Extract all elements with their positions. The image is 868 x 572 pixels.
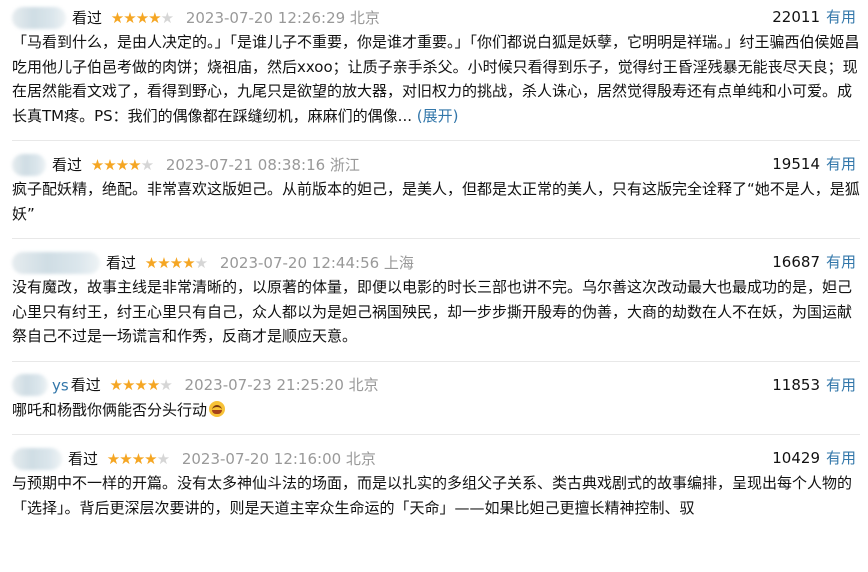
useful-button[interactable]: 有用 <box>826 253 856 271</box>
review-content: 与预期中不一样的开篇。没有太多神仙斗法的场面，而是以扎实的多组父子关系、类古典戏… <box>12 471 860 520</box>
votes-box: 10429 有用 <box>772 445 856 471</box>
star-filled-icon: ★ <box>121 376 135 394</box>
watched-label: 看过 <box>52 155 83 174</box>
review-time[interactable]: 2023-07-21 08:38:16 浙江 <box>166 156 360 174</box>
blurred-username[interactable] <box>12 447 62 470</box>
useful-button[interactable]: 有用 <box>826 376 856 394</box>
watched-label: 看过 <box>72 8 103 27</box>
review-list: 看过 ★★★★★ 2023-07-20 12:26:29 北京 22011 有用 … <box>12 0 860 532</box>
star-filled-icon: ★ <box>169 253 183 272</box>
star-filled-icon: ★ <box>103 155 116 174</box>
review-time[interactable]: 2023-07-20 12:44:56 上海 <box>220 254 414 272</box>
star-empty-icon: ★ <box>160 8 174 27</box>
review-text: 与预期中不一样的开篇。没有太多神仙斗法的场面，而是以扎实的多组父子关系、类古典戏… <box>12 474 853 517</box>
review-content: 疯子配妖精，绝配。非常喜欢这版妲己。从前版本的妲己，是美人，但都是太正常的美人，… <box>12 177 860 226</box>
review-content: 哪吒和杨戬你俩能否分头行动 <box>12 398 860 423</box>
star-filled-icon: ★ <box>131 449 145 468</box>
star-filled-icon: ★ <box>134 376 147 394</box>
votes-box: 16687 有用 <box>772 249 856 275</box>
review-item: ys 看过 ★★★★★ 2023-07-23 21:25:20 北京 11853 有… <box>12 362 860 435</box>
rating-stars: ★★★★★ <box>109 372 173 398</box>
watched-label: 看过 <box>68 449 99 468</box>
star-filled-icon: ★ <box>109 376 123 394</box>
review-meta: 看过 ★★★★★ 2023-07-21 08:38:16 浙江 19514 有用 <box>12 151 860 177</box>
votes-box: 19514 有用 <box>772 151 856 177</box>
star-empty-icon: ★ <box>194 253 208 272</box>
review-text: 哪吒和杨戬你俩能否分头行动 <box>12 400 208 419</box>
rofl-emoji-icon <box>209 400 226 417</box>
star-empty-icon: ★ <box>156 449 170 468</box>
rating-stars: ★★★★★ <box>90 152 154 178</box>
vote-count: 11853 <box>772 375 820 394</box>
vote-count: 19514 <box>772 155 820 173</box>
blurred-username[interactable] <box>12 374 48 396</box>
review-item: 看过 ★★★★★ 2023-07-20 12:26:29 北京 22011 有用 … <box>12 0 860 141</box>
rating-stars: ★★★★★ <box>110 5 174 31</box>
watched-label: 看过 <box>70 376 101 394</box>
star-empty-icon: ★ <box>140 155 154 174</box>
watched-label: 看过 <box>106 253 137 272</box>
review-time[interactable]: 2023-07-20 12:16:00 北京 <box>182 450 376 468</box>
blurred-username[interactable] <box>12 153 46 176</box>
vote-count: 16687 <box>772 253 820 271</box>
review-text: 没有魔改，故事主线是非常清晰的，以原著的体量，即便以电影的时长三部也讲不完。乌尔… <box>12 278 853 345</box>
star-filled-icon: ★ <box>148 8 161 27</box>
blurred-username[interactable] <box>12 6 66 29</box>
review-meta: ys 看过 ★★★★★ 2023-07-23 21:25:20 北京 11853 有… <box>12 372 860 398</box>
useful-button[interactable]: 有用 <box>826 8 856 26</box>
star-filled-icon: ★ <box>128 155 141 174</box>
review-text: 疯子配妖精，绝配。非常喜欢这版妲己。从前版本的妲己，是美人，但都是太正常的美人，… <box>12 180 860 223</box>
star-filled-icon: ★ <box>144 449 157 468</box>
review-meta: 看过 ★★★★★ 2023-07-20 12:26:29 北京 22011 有用 <box>12 4 860 30</box>
review-meta: 看过 ★★★★★ 2023-07-20 12:16:00 北京 10429 有用 <box>12 445 860 471</box>
star-filled-icon: ★ <box>90 155 104 174</box>
review-item: 看过 ★★★★★ 2023-07-20 12:16:00 北京 10429 有用 … <box>12 435 860 532</box>
votes-box: 22011 有用 <box>772 4 856 30</box>
review-item: 看过 ★★★★★ 2023-07-21 08:38:16 浙江 19514 有用 … <box>12 141 860 239</box>
rating-stars: ★★★★★ <box>144 250 208 276</box>
useful-button[interactable]: 有用 <box>826 449 856 467</box>
star-filled-icon: ★ <box>119 449 132 468</box>
vote-count: 22011 <box>772 8 820 26</box>
star-filled-icon: ★ <box>146 376 160 394</box>
review-meta: 看过 ★★★★★ 2023-07-20 12:44:56 上海 16687 有用 <box>12 249 860 275</box>
star-filled-icon: ★ <box>144 253 158 272</box>
votes-box: 11853 有用 <box>772 372 856 398</box>
star-filled-icon: ★ <box>182 253 195 272</box>
vote-count: 10429 <box>772 449 820 467</box>
useful-button[interactable]: 有用 <box>826 155 856 173</box>
star-filled-icon: ★ <box>123 8 136 27</box>
star-filled-icon: ★ <box>135 8 149 27</box>
star-empty-icon: ★ <box>159 376 172 394</box>
expand-link[interactable]: (展开) <box>417 107 459 125</box>
review-time[interactable]: 2023-07-20 12:26:29 北京 <box>186 9 380 27</box>
review-content: 没有魔改，故事主线是非常清晰的，以原著的体量，即便以电影的时长三部也讲不完。乌尔… <box>12 275 860 349</box>
star-filled-icon: ★ <box>106 449 120 468</box>
user-name[interactable]: ys <box>52 376 69 394</box>
review-item: 看过 ★★★★★ 2023-07-20 12:44:56 上海 16687 有用 … <box>12 239 860 362</box>
star-filled-icon: ★ <box>157 253 170 272</box>
star-filled-icon: ★ <box>110 8 124 27</box>
review-time[interactable]: 2023-07-23 21:25:20 北京 <box>185 376 379 394</box>
review-content: 「马看到什么，是由人决定的。」「是谁儿子不重要，你是谁才重要。」「你们都说白狐是… <box>12 30 860 128</box>
rating-stars: ★★★★★ <box>106 446 170 472</box>
blurred-username[interactable] <box>12 251 100 274</box>
star-filled-icon: ★ <box>115 155 129 174</box>
